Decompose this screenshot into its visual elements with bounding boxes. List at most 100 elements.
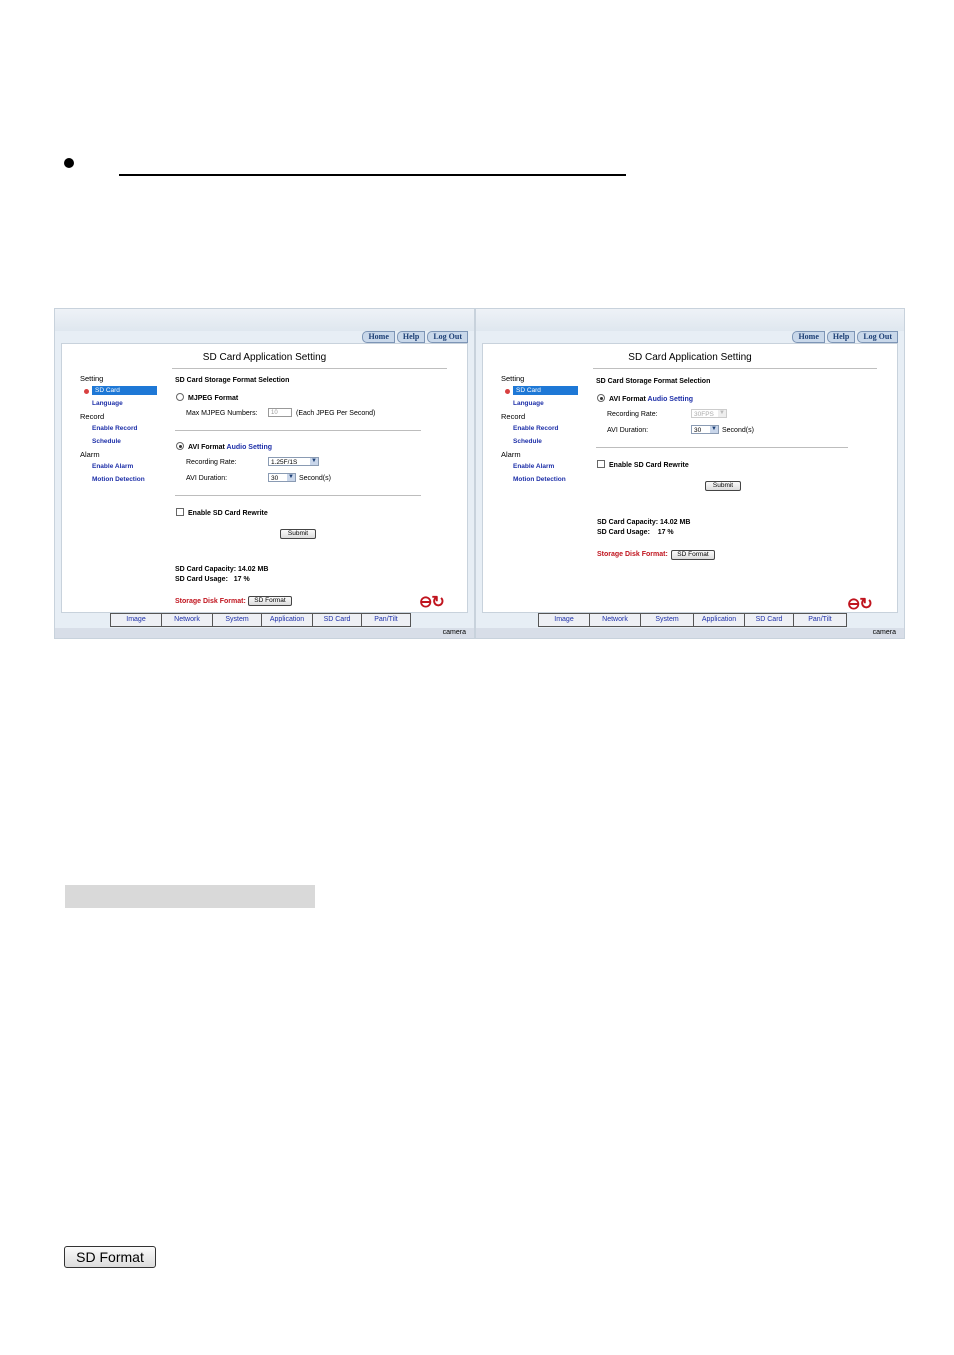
page-title: SD Card Application Setting <box>202 352 327 363</box>
max-mjpeg-label: Max MJPEG Numbers: <box>186 410 258 417</box>
brand-label: camera <box>442 629 466 636</box>
recording-rate-select[interactable]: 1.25F/1S ▼ <box>268 457 319 466</box>
mjpeg-option[interactable]: MJPEG Format <box>176 393 239 402</box>
screenshot-avi: Home Help Log Out SD Card Application Se… <box>475 308 905 639</box>
heading-underline <box>119 174 626 176</box>
capacity-row: SD Card Capacity: 14.02 MB <box>175 566 268 573</box>
bottom-tabs: Image Network System Application SD Card… <box>110 613 411 627</box>
title-divider <box>593 368 877 369</box>
nav-icons: ⊖↻ <box>419 592 445 612</box>
max-mjpeg-input[interactable]: 10 <box>268 408 292 417</box>
home-link[interactable]: Home <box>362 331 395 343</box>
submit-button[interactable]: Submit <box>705 481 741 491</box>
tab-sd-card[interactable]: SD Card <box>313 614 362 626</box>
audio-setting-link[interactable]: Audio Setting <box>648 396 694 403</box>
recording-rate-label: Recording Rate: <box>186 459 237 466</box>
content-panel: SD Card Application Setting Setting SD C… <box>61 343 468 613</box>
sd-format-button[interactable]: SD Format <box>64 1246 156 1268</box>
sidebar-item-enable-alarm[interactable]: Enable Alarm <box>513 463 554 470</box>
back-arrow-icon[interactable]: ⊖ <box>419 594 432 611</box>
rewrite-option[interactable]: Enable SD Card Rewrite <box>597 460 689 469</box>
tab-application[interactable]: Application <box>694 614 745 626</box>
sidebar-item-sd-card[interactable]: SD Card <box>92 386 157 395</box>
tab-sd-card[interactable]: SD Card <box>745 614 794 626</box>
rewrite-option[interactable]: Enable SD Card Rewrite <box>176 508 268 517</box>
audio-setting-link[interactable]: Audio Setting <box>227 444 273 451</box>
recording-rate-value: 30FPS <box>694 411 714 418</box>
help-link[interactable]: Help <box>396 331 426 343</box>
sd-format-button[interactable]: SD Format <box>671 550 715 560</box>
bottom-bar: camera <box>476 628 904 638</box>
sidebar-group-record: Record <box>501 412 526 421</box>
home-link[interactable]: Home <box>792 331 825 343</box>
mjpeg-label: MJPEG Format <box>188 394 239 402</box>
sidebar-item-schedule[interactable]: Schedule <box>513 438 542 445</box>
rewrite-label: Enable SD Card Rewrite <box>188 509 268 517</box>
sidebar-item-enable-record[interactable]: Enable Record <box>513 425 559 432</box>
title-divider <box>172 368 447 369</box>
sidebar-item-motion-detection[interactable]: Motion Detection <box>513 476 566 483</box>
help-link[interactable]: Help <box>826 331 856 343</box>
sidebar-group-setting: Setting <box>80 374 104 383</box>
avi-label: AVI Format <box>609 395 646 403</box>
sidebar-group-alarm: Alarm <box>80 450 100 459</box>
sidebar-item-schedule[interactable]: Schedule <box>92 438 121 445</box>
selected-dot-icon <box>505 389 510 394</box>
sidebar-item-sd-card[interactable]: SD Card <box>513 386 578 395</box>
avi-option[interactable]: AVI Format Audio Setting <box>176 442 273 451</box>
chevron-down-icon: ▼ <box>287 474 295 481</box>
chevron-down-icon: ▼ <box>718 410 726 417</box>
avi-duration-select[interactable]: 30 ▼ <box>268 473 296 482</box>
sidebar-item-language[interactable]: Language <box>513 400 544 407</box>
recording-rate-label: Recording Rate: <box>607 411 658 418</box>
tab-system[interactable]: System <box>213 614 262 626</box>
capacity-value: 14.02 MB <box>238 566 269 573</box>
avi-duration-label: AVI Duration: <box>607 427 649 434</box>
submit-button[interactable]: Submit <box>280 529 316 539</box>
section-divider <box>596 447 848 448</box>
rewrite-checkbox[interactable] <box>597 460 605 468</box>
sidebar-item-motion-detection[interactable]: Motion Detection <box>92 476 145 483</box>
bottom-tabs: Image Network System Application SD Card… <box>538 613 847 627</box>
storage-disk-format-label: Storage Disk Format: <box>597 551 668 558</box>
rewrite-label: Enable SD Card Rewrite <box>609 461 689 469</box>
storage-disk-format-label: Storage Disk Format: <box>175 598 246 605</box>
back-arrow-icon[interactable]: ⊖ <box>847 596 860 613</box>
avi-option[interactable]: AVI Format Audio Setting <box>597 394 694 403</box>
sidebar-group-alarm: Alarm <box>501 450 521 459</box>
tab-pan-tilt[interactable]: Pan/Tilt <box>794 614 847 626</box>
refresh-icon[interactable]: ↻ <box>859 596 872 613</box>
tab-network[interactable]: Network <box>162 614 213 626</box>
recording-rate-select[interactable]: 30FPS ▼ <box>691 409 727 418</box>
mjpeg-radio[interactable] <box>176 393 184 401</box>
sidebar-item-enable-alarm[interactable]: Enable Alarm <box>92 463 133 470</box>
usage-label: SD Card Usage: <box>597 529 650 536</box>
capacity-label: SD Card Capacity: <box>597 519 659 526</box>
logout-link[interactable]: Log Out <box>427 331 468 343</box>
capacity-row: SD Card Capacity: 14.02 MB <box>597 519 690 526</box>
tab-pan-tilt[interactable]: Pan/Tilt <box>362 614 411 626</box>
tab-network[interactable]: Network <box>590 614 641 626</box>
section-divider <box>175 430 421 431</box>
usage-row: SD Card Usage: 17 % <box>175 576 250 583</box>
max-mjpeg-hint: (Each JPEG Per Second) <box>296 410 376 417</box>
tab-application[interactable]: Application <box>262 614 313 626</box>
bullet-point <box>64 158 74 168</box>
sd-format-button[interactable]: SD Format <box>248 596 292 606</box>
sidebar-item-language[interactable]: Language <box>92 400 123 407</box>
logout-link[interactable]: Log Out <box>857 331 898 343</box>
avi-radio[interactable] <box>176 442 184 450</box>
tab-image[interactable]: Image <box>538 614 590 626</box>
page-title: SD Card Application Setting <box>628 352 752 363</box>
top-bar <box>55 309 474 331</box>
tab-image[interactable]: Image <box>110 614 162 626</box>
recording-rate-value: 1.25F/1S <box>271 459 298 466</box>
chevron-down-icon: ▼ <box>310 458 318 465</box>
screenshot-mjpeg-avi: Home Help Log Out SD Card Application Se… <box>54 308 475 639</box>
avi-duration-select[interactable]: 30 ▼ <box>691 425 719 434</box>
tab-system[interactable]: System <box>641 614 694 626</box>
avi-radio[interactable] <box>597 394 605 402</box>
sidebar-item-enable-record[interactable]: Enable Record <box>92 425 138 432</box>
rewrite-checkbox[interactable] <box>176 508 184 516</box>
refresh-icon[interactable]: ↻ <box>431 594 444 611</box>
